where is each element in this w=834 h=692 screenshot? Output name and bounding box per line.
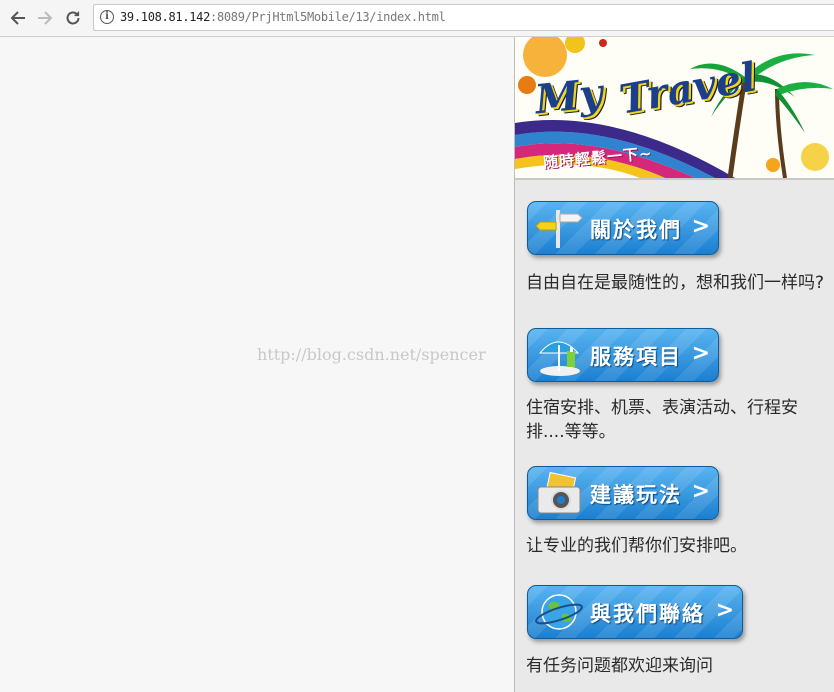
chevron-right-icon: > — [691, 479, 710, 504]
contact-us-button[interactable]: 與我們聯絡 > — [527, 585, 743, 639]
camera-icon — [537, 471, 581, 514]
contact-us-label: 與我們聯絡 — [590, 602, 705, 626]
url-path: :8089/PrjHtml5Mobile/13/index.html — [210, 10, 446, 24]
suggestions-button[interactable]: 建議玩法 > — [527, 466, 719, 520]
back-button[interactable] — [6, 6, 30, 30]
forward-arrow-icon — [38, 11, 53, 25]
mobile-page: My Travel 随時輕鬆一下~ 關於我們 > 自由自在是最随性的，想和我们一… — [514, 37, 834, 692]
chevron-right-icon: > — [691, 214, 710, 239]
url-text: 39.108.81.142:8089/PrjHtml5Mobile/13/ind… — [120, 10, 446, 24]
browser-toolbar: i 39.108.81.142:8089/PrjHtml5Mobile/13/i… — [0, 0, 834, 37]
banner-title-my: My — [532, 69, 605, 124]
reload-icon — [66, 11, 80, 25]
address-bar[interactable]: i 39.108.81.142:8089/PrjHtml5Mobile/13/i… — [93, 4, 834, 31]
signpost-icon — [535, 210, 583, 248]
beach-umbrella-icon — [538, 341, 580, 376]
services-label: 服務項目 — [590, 345, 682, 369]
watermark: http://blog.csdn.net/spencer — [257, 345, 486, 364]
chevron-right-icon: > — [691, 341, 710, 366]
suggestions-label: 建議玩法 — [590, 483, 682, 507]
url-host: 39.108.81.142 — [120, 10, 211, 24]
header-banner: My Travel 随時輕鬆一下~ — [515, 37, 834, 180]
about-us-button[interactable]: 關於我們 > — [527, 201, 719, 255]
reload-button[interactable] — [61, 6, 85, 30]
about-us-description: 自由自在是最随性的，想和我们一样吗? — [526, 273, 825, 293]
back-arrow-icon — [10, 11, 25, 25]
globe-icon — [535, 594, 583, 630]
forward-button[interactable] — [33, 6, 57, 30]
services-button[interactable]: 服務項目 > — [527, 328, 719, 382]
about-us-label: 關於我們 — [590, 218, 682, 242]
info-icon[interactable]: i — [100, 10, 114, 24]
suggestions-description: 让专业的我们帮你们安排吧。 — [526, 536, 747, 556]
contact-us-description: 有任务问题都欢迎来询问 — [526, 656, 713, 676]
chevron-right-icon: > — [715, 598, 734, 623]
services-description: 住宿安排、机票、表演活动、行程安排....等等。 — [526, 398, 798, 442]
